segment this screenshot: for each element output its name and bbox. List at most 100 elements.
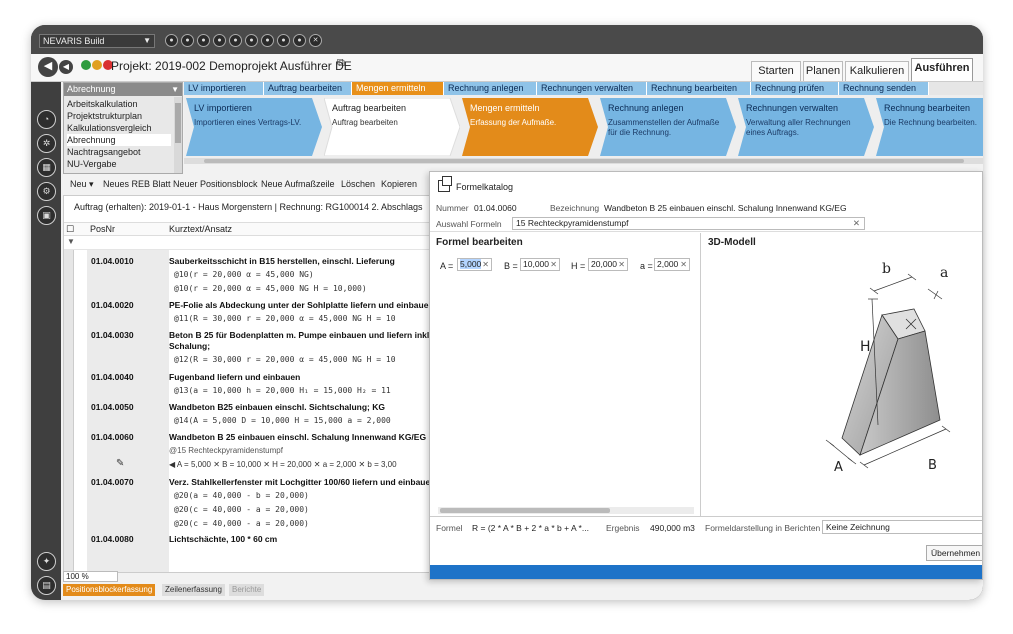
tab-planen[interactable]: Planen bbox=[803, 61, 843, 81]
row-posnr[interactable]: 01.04.0030 bbox=[91, 330, 134, 340]
module-item[interactable]: Arbeitskalkulation bbox=[67, 98, 171, 110]
row-posnr[interactable]: 01.04.0070 bbox=[91, 477, 134, 487]
module-item[interactable]: NU-Vergabe bbox=[67, 158, 171, 170]
scroll-thumb[interactable] bbox=[175, 103, 181, 143]
strip-lv-importieren[interactable]: LV importieren bbox=[184, 82, 264, 95]
new-position-block-button[interactable]: Neuer Positionsblock bbox=[173, 179, 258, 189]
tab-starten[interactable]: Starten bbox=[751, 61, 801, 81]
row-kurztext[interactable]: Sauberkeitsschicht in B15 herstellen, ei… bbox=[169, 256, 395, 266]
row-posnr[interactable]: 01.04.0060 bbox=[91, 432, 134, 442]
select-all-checkbox[interactable]: ☐ bbox=[66, 224, 74, 235]
settings-icon[interactable]: ● bbox=[229, 34, 242, 47]
strip-mengen-ermitteln[interactable]: Mengen ermitteln bbox=[352, 82, 444, 95]
tab-zeilenerfassung[interactable]: Zeilenerfassung bbox=[162, 584, 225, 596]
copy-icon[interactable]: ● bbox=[213, 34, 226, 47]
workflow-card-rechnungen-verwalten[interactable]: Rechnungen verwalten Verwaltung aller Re… bbox=[738, 98, 874, 156]
external-link-icon[interactable]: ⧉ bbox=[337, 57, 345, 70]
row-formula-line[interactable]: @10(r = 20,000 α = 45,000 NG H = 10,000) bbox=[174, 284, 367, 293]
tab-kalkulieren[interactable]: Kalkulieren bbox=[845, 61, 909, 81]
module-scrollbar[interactable] bbox=[174, 97, 182, 173]
row-kurztext[interactable]: Wandbeton B 25 einbauen einschl. Schalun… bbox=[169, 432, 426, 442]
compass-icon[interactable]: ✦ bbox=[37, 552, 56, 571]
apply-button[interactable]: Übernehmen bbox=[926, 545, 982, 561]
save-icon[interactable]: ● bbox=[165, 34, 178, 47]
print-icon[interactable]: ● bbox=[197, 34, 210, 47]
row-posnr[interactable]: 01.04.0010 bbox=[91, 256, 134, 266]
scroll-thumb[interactable] bbox=[440, 508, 610, 513]
tab-berichte[interactable]: Berichte bbox=[229, 584, 265, 596]
row-kurztext[interactable]: Verz. Stahlkellerfenster mit Lochgitter … bbox=[169, 477, 430, 487]
param-a-upper-input[interactable]: 5,000 ✕ bbox=[457, 258, 492, 271]
param-b-upper-input[interactable]: 10,000 ✕ bbox=[520, 258, 560, 271]
strip-auftrag-bearbeiten[interactable]: Auftrag bearbeiten bbox=[264, 82, 352, 95]
row-formula-line[interactable]: @12(R = 30,000 r = 20,000 α = 45,000 NG … bbox=[174, 355, 396, 364]
tab-positionsblockerfassung[interactable]: Positionsblockerfassung bbox=[63, 584, 156, 596]
scroll-thumb[interactable] bbox=[204, 159, 964, 163]
close-icon[interactable]: ✕ bbox=[309, 34, 322, 47]
image-icon[interactable]: ▤ bbox=[37, 576, 56, 595]
app-selector[interactable]: NEVARIS Build ▼ bbox=[39, 34, 155, 48]
clear-icon[interactable]: ✕ bbox=[680, 259, 687, 270]
new-dropdown-button[interactable]: Neu ▾ bbox=[70, 179, 94, 190]
new-reb-sheet-button[interactable]: Neues REB Blatt bbox=[103, 179, 171, 189]
module-item[interactable]: Abrechnung bbox=[67, 134, 171, 146]
filter-icon[interactable]: ▼ bbox=[67, 237, 75, 246]
strip-rechnung-senden[interactable]: Rechnung senden bbox=[839, 82, 929, 95]
row-kurztext[interactable]: Lichtschächte, 100 * 60 cm bbox=[169, 534, 277, 544]
row-formula-line[interactable]: @14(A = 5,000 D = 10,000 H = 15,000 a = … bbox=[174, 416, 391, 425]
row-formula-line[interactable]: @11(R = 30,000 r = 20,000 α = 45,000 NG … bbox=[174, 314, 396, 323]
new-measure-line-button[interactable]: Neue Aufmaßzeile bbox=[261, 179, 335, 189]
workflow-scrollbar[interactable] bbox=[184, 158, 983, 164]
tab-ausfuehren[interactable]: Ausführen bbox=[911, 58, 973, 81]
clear-icon[interactable]: ✕ bbox=[550, 259, 557, 270]
gear-icon[interactable]: ✲ bbox=[37, 134, 56, 153]
param-a-lower-input[interactable]: 2,000 ✕ bbox=[654, 258, 690, 271]
copy-button[interactable]: Kopieren bbox=[381, 179, 417, 189]
row-kurztext-cont[interactable]: Schalung; bbox=[169, 341, 210, 351]
workflow-card-lv-importieren[interactable]: LV importieren Importieren eines Vertrag… bbox=[186, 98, 322, 156]
strip-rechnung-anlegen[interactable]: Rechnung anlegen bbox=[444, 82, 537, 95]
strip-rechnung-pruefen[interactable]: Rechnung prüfen bbox=[751, 82, 839, 95]
row-posnr[interactable]: 01.04.0080 bbox=[91, 534, 134, 544]
gauge-icon[interactable]: ◔ bbox=[37, 110, 56, 129]
row-kurztext[interactable]: Wandbeton B25 einbauen einschl. Sichtsch… bbox=[169, 402, 385, 412]
row-posnr[interactable]: 01.04.0040 bbox=[91, 372, 134, 382]
row-kurztext[interactable]: Beton B 25 für Bodenplatten m. Pumpe ein… bbox=[169, 330, 432, 340]
row-formula-line[interactable]: @10(r = 20,000 α = 45,000 NG) bbox=[174, 270, 314, 279]
module-item[interactable]: Nachtragsangebot bbox=[67, 146, 171, 158]
workflow-card-rechnung-anlegen[interactable]: Rechnung anlegen Zusammenstellen der Auf… bbox=[600, 98, 736, 156]
clear-icon[interactable]: ✕ bbox=[853, 218, 860, 229]
module-select[interactable]: Abrechnung ▼ bbox=[64, 83, 182, 96]
workflow-card-mengen-ermitteln[interactable]: Mengen ermitteln Erfassung der Aufmaße. bbox=[462, 98, 598, 156]
column-posnr[interactable]: PosNr bbox=[90, 224, 115, 234]
clear-icon[interactable]: ✕ bbox=[618, 259, 625, 270]
settings-icon[interactable]: ⚙ bbox=[37, 182, 56, 201]
zoom-level[interactable]: 100 % bbox=[63, 571, 118, 582]
workflow-card-rechnung-bearbeiten[interactable]: Rechnung bearbeiten Die Rechnung bearbei… bbox=[876, 98, 983, 156]
row-kurztext[interactable]: PE-Folie als Abdeckung unter der Sohlpla… bbox=[169, 300, 434, 310]
row-posnr[interactable]: 01.04.0050 bbox=[91, 402, 134, 412]
row-formula-line[interactable]: @20(c = 40,000 - a = 20,000) bbox=[174, 519, 309, 528]
darstellung-select[interactable]: Keine Zeichnung bbox=[822, 520, 982, 534]
workflow-card-auftrag-bearbeiten[interactable]: Auftrag bearbeiten Auftrag bearbeiten bbox=[324, 98, 460, 156]
refresh-icon[interactable]: ● bbox=[277, 34, 290, 47]
module-item[interactable]: Kalkulationsvergleich bbox=[67, 122, 171, 134]
row-kurztext[interactable]: Fugenband liefern und einbauen bbox=[169, 372, 300, 382]
calculator-icon[interactable]: ▦ bbox=[37, 158, 56, 177]
row-posnr[interactable]: 01.04.0020 bbox=[91, 300, 134, 310]
edit-pencil-icon[interactable]: ✎ bbox=[116, 458, 124, 469]
module-item[interactable]: Projektstrukturplan bbox=[67, 110, 171, 122]
param-h-input[interactable]: 20,000 ✕ bbox=[588, 258, 628, 271]
row-formula-line[interactable]: @20(c = 40,000 - a = 20,000) bbox=[174, 505, 309, 514]
back-icon[interactable]: ◀ bbox=[38, 57, 58, 77]
formula-select[interactable]: 15 Rechteckpyramidenstumpf ✕ bbox=[512, 217, 865, 230]
column-kurztext[interactable]: Kurztext/Ansatz bbox=[169, 224, 232, 234]
row-inline-params[interactable]: ◀ A = 5,000 ✕ B = 10,000 ✕ H = 20,000 ✕ … bbox=[169, 460, 397, 469]
delete-button[interactable]: Löschen bbox=[341, 179, 375, 189]
row-formula-line[interactable]: @20(a = 40,000 - b = 20,000) bbox=[174, 491, 309, 500]
forward-icon[interactable]: ◀ bbox=[59, 60, 73, 74]
row-formula-line[interactable]: @13(a = 10,000 h = 20,000 H₁ = 15,000 H₂… bbox=[174, 386, 391, 395]
row-formula-name[interactable]: @15 Rechteckpyramidenstumpf bbox=[169, 446, 283, 455]
strip-rechnungen-verwalten[interactable]: Rechnungen verwalten bbox=[537, 82, 647, 95]
formula-scrollbar[interactable] bbox=[438, 507, 694, 514]
